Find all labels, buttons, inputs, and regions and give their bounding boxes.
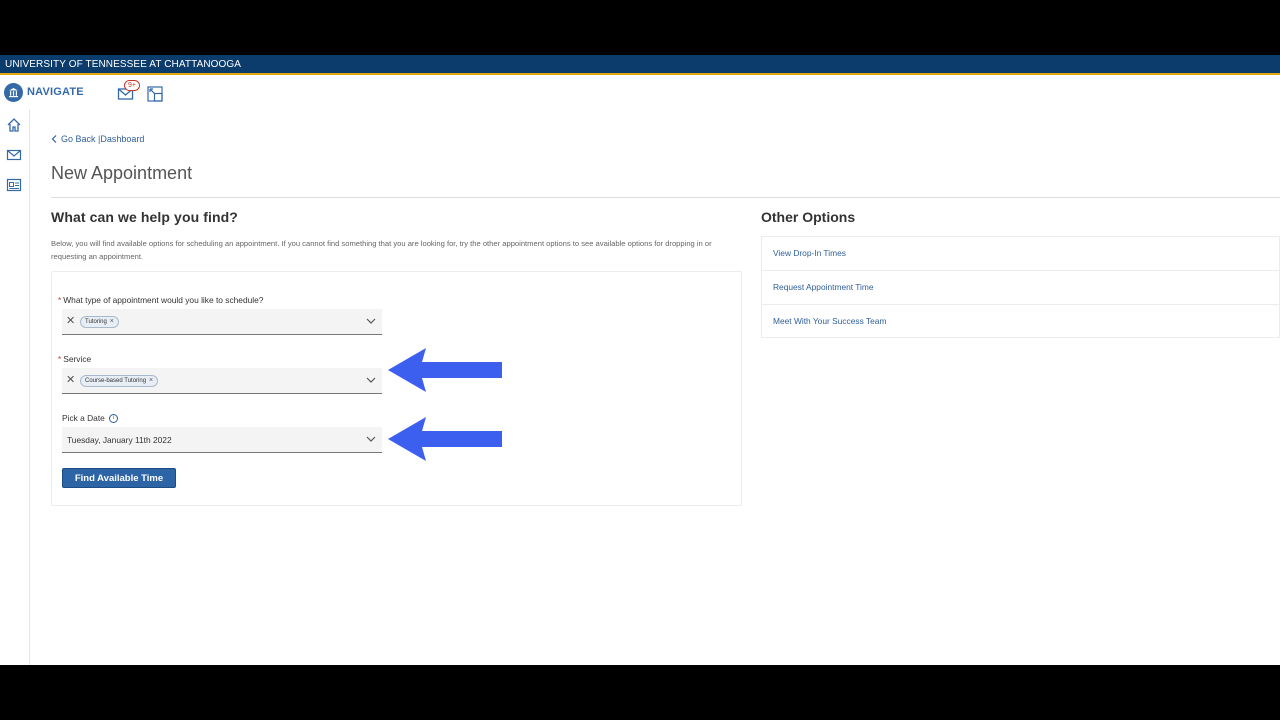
left-arrow-annotation: [388, 417, 502, 461]
help-description: Below, you will find available options f…: [51, 239, 712, 261]
app-logo-text[interactable]: NAVIGATE: [27, 86, 84, 98]
appointment-type-label: * What type of appointment would you like…: [58, 295, 264, 305]
chevron-down-icon[interactable]: [366, 317, 376, 325]
home-icon[interactable]: [6, 117, 22, 133]
video-letterbox-bottom: [0, 665, 1280, 720]
side-nav: [0, 109, 30, 665]
clear-icon[interactable]: ✕: [66, 374, 75, 386]
app-header: NAVIGATE 9+: [0, 77, 1280, 109]
selected-chip: Tutoring ×: [80, 316, 119, 328]
switch-view-icon[interactable]: [147, 86, 163, 102]
chip-label: Tutoring: [85, 319, 107, 325]
chevron-down-icon[interactable]: [366, 435, 376, 443]
info-icon[interactable]: i: [108, 414, 118, 424]
chevron-left-icon: [51, 135, 57, 143]
university-bar: UNIVERSITY OF TENNESSEE AT CHATTANOOGA: [0, 55, 1280, 75]
go-back-link[interactable]: Go Back |Dashboard: [61, 134, 144, 144]
video-letterbox-top: [0, 0, 1280, 55]
page-title: New Appointment: [51, 163, 193, 183]
meet-success-team-link[interactable]: Meet With Your Success Team: [761, 304, 1280, 338]
remove-chip-icon[interactable]: ×: [110, 317, 114, 327]
request-appointment-time-link[interactable]: Request Appointment Time: [761, 270, 1280, 304]
appointment-type-select[interactable]: ✕ Tutoring ×: [62, 309, 382, 335]
service-select[interactable]: ✕ Course-based Tutoring ×: [62, 368, 382, 394]
date-label: Pick a Date i: [62, 413, 118, 424]
service-label: * Service: [58, 354, 92, 364]
university-name: UNIVERSITY OF TENNESSEE AT CHATTANOOGA: [5, 59, 242, 70]
chevron-down-icon[interactable]: [366, 376, 376, 384]
mail-icon[interactable]: [6, 147, 22, 163]
clear-icon[interactable]: ✕: [66, 315, 75, 327]
divider: [51, 197, 1280, 198]
building-icon[interactable]: [4, 83, 23, 102]
id-card-icon[interactable]: [6, 177, 22, 193]
other-options-list: View Drop-In Times Request Appointment T…: [761, 236, 1280, 338]
view-drop-in-times-link[interactable]: View Drop-In Times: [761, 236, 1280, 270]
date-value: Tuesday, January 11th 2022: [67, 435, 172, 445]
remove-chip-icon[interactable]: ×: [149, 376, 153, 386]
selected-chip: Course-based Tutoring ×: [80, 375, 159, 387]
left-arrow-annotation: [388, 348, 502, 392]
other-options-heading: Other Options: [761, 209, 856, 225]
browser-screen: UNIVERSITY OF TENNESSEE AT CHATTANOOGA N…: [0, 55, 1280, 665]
breadcrumb[interactable]: Go Back |Dashboard: [51, 134, 144, 144]
date-picker[interactable]: Tuesday, January 11th 2022: [62, 427, 382, 453]
notification-badge: 9+: [124, 80, 140, 91]
find-available-time-button[interactable]: Find Available Time: [62, 468, 176, 488]
help-heading: What can we help you find?: [51, 209, 238, 225]
chip-label: Course-based Tutoring: [85, 378, 147, 384]
main-content: Go Back |Dashboard New Appointment What …: [31, 109, 1280, 665]
